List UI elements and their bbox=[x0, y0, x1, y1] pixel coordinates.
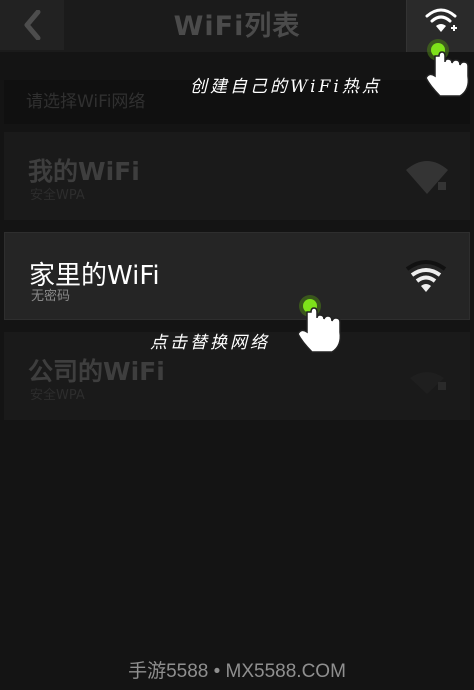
top-bar: WiFi列表 bbox=[0, 0, 474, 52]
wifi-add-icon bbox=[425, 8, 457, 32]
network-security: 安全WPA bbox=[30, 388, 85, 403]
page-title: WiFi列表 bbox=[173, 11, 301, 42]
network-row-home-wifi[interactable]: 家里的WiFi 无密码 bbox=[4, 232, 470, 320]
wifi-locked-icon bbox=[410, 372, 446, 394]
annotation-create-hotspot: 创建自己的WiFi热点 bbox=[190, 77, 382, 97]
wifi-signal-icon bbox=[405, 260, 447, 292]
annotation-switch-network: 点击替换网络 bbox=[150, 333, 270, 353]
network-security: 安全WPA bbox=[30, 188, 85, 203]
network-security: 无密码 bbox=[31, 289, 71, 304]
network-name: 我的WiFi bbox=[28, 157, 140, 186]
network-row-my-wifi[interactable]: 我的WiFi 安全WPA bbox=[4, 132, 470, 220]
network-name: 公司的WiFi bbox=[28, 357, 165, 386]
watermark: 手游5588 • MX5588.COM bbox=[128, 661, 346, 682]
tap-hand-icon bbox=[425, 39, 470, 97]
wifi-locked-icon bbox=[406, 161, 448, 194]
tap-hand-icon bbox=[297, 295, 342, 353]
